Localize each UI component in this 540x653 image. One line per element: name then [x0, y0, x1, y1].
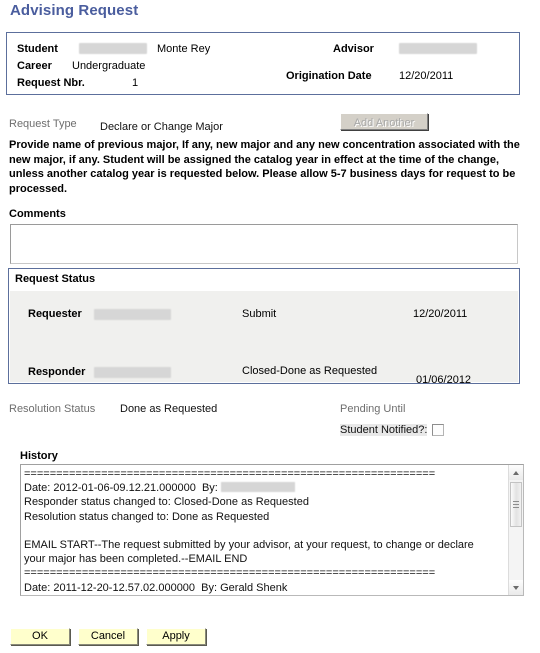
apply-button[interactable]: Apply [146, 628, 206, 645]
request-nbr-value: 1 [132, 77, 139, 89]
advisor-label: Advisor [333, 43, 374, 55]
request-status-panel: Request Status Requester Submit 12/20/20… [8, 268, 520, 386]
form-action-buttons: OK Cancel Apply [10, 628, 206, 645]
request-header-panel: Student Monte Rey Career Undergraduate R… [6, 32, 520, 95]
pending-until-label: Pending Until [340, 403, 406, 415]
comments-label: Comments [9, 208, 66, 220]
requester-name-redacted [94, 309, 171, 320]
request-type-value: Declare or Change Major [100, 121, 223, 133]
history-line-1: ========================================… [24, 468, 436, 480]
add-another-button[interactable]: Add Another [340, 113, 428, 130]
page-title: Advising Request [10, 2, 139, 19]
ok-button[interactable]: OK [10, 628, 70, 645]
student-notified-label: Student Notified?: [340, 424, 428, 436]
student-name-value: Monte Rey [157, 43, 211, 55]
history-line-8: Date: 2011-12-20-12.57.02.000000 By: Ger… [24, 581, 288, 594]
requester-label: Requester [28, 308, 82, 320]
responder-status-value: Closed-Done as Requested [242, 365, 378, 377]
student-id-redacted [79, 43, 147, 54]
request-status-body: Requester Submit 12/20/2011 Responder Cl… [10, 291, 518, 386]
instructions-text: Provide name of previous major, If any, … [9, 139, 520, 195]
history-line-6: EMAIL START--The request submitted by yo… [24, 539, 477, 566]
resolution-status-value: Done as Requested [120, 403, 218, 415]
scroll-up-icon[interactable] [509, 465, 523, 480]
history-textarea[interactable]: ========================================… [20, 464, 524, 596]
responder-date-value: 01/06/2012 [416, 374, 472, 386]
request-type-label: Request Type [9, 118, 77, 130]
resolution-status-label: Resolution Status [9, 403, 96, 415]
history-line-7: ========================================… [24, 567, 436, 580]
history-author-redacted [220, 482, 295, 493]
origination-date-value: 12/20/2011 [399, 70, 454, 82]
scroll-down-icon[interactable] [509, 580, 523, 595]
request-status-title: Request Status [15, 273, 96, 285]
advisor-name-redacted [399, 43, 477, 54]
requester-date-value: 12/20/2011 [413, 308, 468, 320]
cancel-button[interactable]: Cancel [78, 628, 138, 645]
history-scrollbar[interactable] [508, 465, 523, 595]
requester-status-value: Submit [242, 308, 277, 320]
student-label: Student [17, 43, 58, 55]
request-nbr-label: Request Nbr. [17, 77, 85, 89]
history-content: ========================================… [24, 467, 494, 595]
history-line-2-prefix: Date: 2012-01-06-09.12.21.000000 By: [24, 482, 218, 495]
responder-name-redacted [94, 367, 171, 378]
responder-label: Responder [28, 366, 86, 378]
scrollbar-thumb[interactable] [510, 482, 522, 527]
history-line-4: Resolution status changed to: Done as Re… [24, 510, 270, 523]
student-notified-checkbox[interactable] [432, 424, 445, 436]
student-notified-field[interactable]: Student Notified?: [340, 424, 445, 436]
comments-input[interactable] [10, 224, 518, 264]
history-line-3: Responder status changed to: Closed-Done… [24, 496, 309, 509]
history-label: History [20, 450, 58, 462]
career-value: Undergraduate [72, 60, 146, 72]
origination-date-label: Origination Date [286, 70, 372, 82]
career-label: Career [17, 60, 52, 72]
